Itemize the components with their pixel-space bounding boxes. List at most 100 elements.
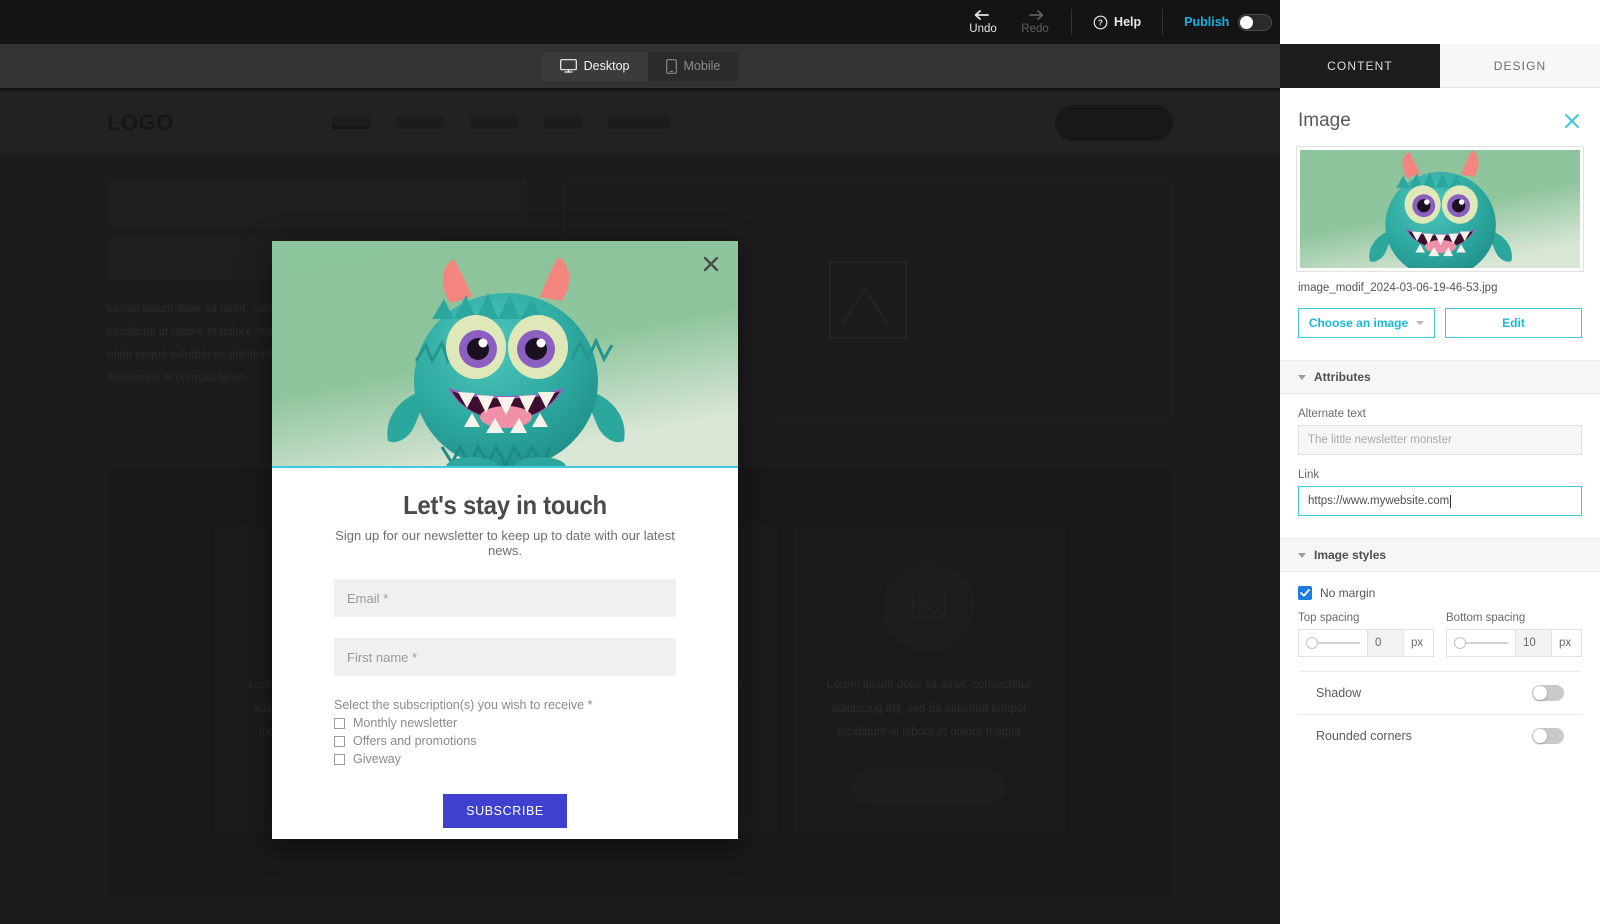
shadow-label: Shadow	[1316, 686, 1361, 700]
device-switch: Desktop Mobile	[542, 52, 739, 81]
link-value: https://www.mywebsite.com	[1308, 495, 1449, 507]
popup-title: Let's stay in touch	[348, 490, 663, 521]
checkbox-giveway[interactable]	[334, 754, 345, 765]
newsletter-popup: Let's stay in touch Sign up for our news…	[272, 241, 738, 839]
popup-checkbox-row[interactable]: Offers and promotions	[334, 734, 676, 748]
popup-close-button[interactable]	[700, 253, 722, 275]
chevron-down-icon	[1416, 321, 1424, 325]
section-header-image-styles[interactable]: Image styles	[1280, 538, 1600, 572]
link-label: Link	[1298, 469, 1582, 481]
checkbox-label: Giveway	[353, 752, 401, 766]
publish-switch[interactable]	[1238, 14, 1272, 31]
chevron-down-icon	[1298, 375, 1306, 380]
image-filename: image_modif_2024-03-06-19-46-53.jpg	[1280, 272, 1600, 294]
desktop-icon	[560, 59, 577, 73]
tab-content[interactable]: CONTENT	[1280, 44, 1440, 88]
image-action-buttons: Choose an image Edit	[1280, 294, 1600, 338]
no-margin-checkbox[interactable]	[1298, 586, 1312, 600]
panel-title: Image	[1298, 110, 1351, 132]
close-icon	[1562, 111, 1582, 131]
link-input[interactable]: https://www.mywebsite.com	[1298, 486, 1582, 516]
top-spacing-field: 0 px	[1298, 629, 1434, 657]
top-spacing-unit: px	[1403, 630, 1433, 656]
panel-close-button[interactable]	[1562, 111, 1582, 131]
section-header-attributes[interactable]: Attributes	[1280, 360, 1600, 394]
undo-label: Undo	[969, 24, 997, 36]
popup-subscription-legend: Select the subscription(s) you wish to r…	[334, 698, 676, 712]
checkbox-monthly-newsletter[interactable]	[334, 718, 345, 729]
image-thumbnail-frame[interactable]	[1296, 146, 1584, 272]
image-thumbnail	[1300, 150, 1580, 268]
no-margin-row[interactable]: No margin	[1280, 572, 1600, 600]
edit-image-button[interactable]: Edit	[1445, 308, 1582, 338]
top-spacing-slider[interactable]	[1299, 630, 1367, 656]
help-label: Help	[1114, 15, 1141, 29]
top-spacing-control: Top spacing 0 px	[1298, 612, 1434, 657]
attributes-fields: Alternate text The little newsletter mon…	[1280, 408, 1600, 516]
slider-track	[1306, 642, 1360, 644]
checkbox-label: Offers and promotions	[353, 734, 476, 748]
bottom-spacing-slider[interactable]	[1447, 630, 1515, 656]
bottom-spacing-control: Bottom spacing 10 px	[1446, 612, 1582, 657]
rounded-corners-toggle[interactable]	[1532, 728, 1564, 744]
help-icon: ?	[1093, 15, 1108, 30]
shadow-toggle[interactable]	[1532, 685, 1564, 701]
bottom-spacing-label: Bottom spacing	[1446, 612, 1582, 624]
text-cursor	[1450, 495, 1451, 508]
help-button[interactable]: ? Help	[1082, 0, 1152, 44]
publish-toggle[interactable]: Publish	[1173, 14, 1283, 31]
panel-header: Image	[1280, 88, 1600, 146]
popup-checkbox-row[interactable]: Monthly newsletter	[334, 716, 676, 730]
svg-text:?: ?	[1098, 18, 1103, 27]
chevron-down-icon	[1298, 553, 1306, 558]
panel-tabs: CONTENT DESIGN	[1280, 44, 1600, 88]
spacing-controls: Top spacing 0 px Bottom spacing 1	[1280, 600, 1600, 657]
checkmark-icon	[1300, 589, 1310, 597]
publish-label: Publish	[1184, 15, 1229, 29]
popup-monster-image[interactable]	[272, 241, 738, 468]
slider-handle[interactable]	[1306, 637, 1318, 649]
tab-design[interactable]: DESIGN	[1440, 44, 1600, 88]
device-preview-bar: Desktop Mobile	[0, 44, 1280, 90]
bottom-spacing-unit: px	[1551, 630, 1581, 656]
rounded-corners-label: Rounded corners	[1316, 729, 1412, 743]
shadow-row: Shadow	[1298, 671, 1582, 714]
section-label: Attributes	[1314, 370, 1371, 384]
top-spacing-value[interactable]: 0	[1367, 630, 1403, 656]
monster-illustration	[272, 241, 738, 468]
toolbar-divider-1	[1071, 9, 1072, 35]
alternate-text-input[interactable]: The little newsletter monster	[1298, 425, 1582, 455]
choose-an-image-label: Choose an image	[1309, 316, 1408, 330]
bottom-spacing-value[interactable]: 10	[1515, 630, 1551, 656]
device-desktop-button[interactable]: Desktop	[542, 52, 648, 81]
redo-icon	[1026, 9, 1044, 23]
section-label: Image styles	[1314, 548, 1386, 562]
slider-handle[interactable]	[1454, 637, 1466, 649]
properties-panel: CONTENT DESIGN Image	[1280, 0, 1600, 924]
checkbox-offers-promotions[interactable]	[334, 736, 345, 747]
alternate-text-label: Alternate text	[1298, 408, 1582, 420]
device-desktop-label: Desktop	[584, 59, 630, 73]
top-spacing-label: Top spacing	[1298, 612, 1434, 624]
popup-checkbox-row[interactable]: Giveway	[334, 752, 676, 766]
undo-button[interactable]: Undo	[957, 0, 1009, 44]
no-margin-label: No margin	[1320, 586, 1375, 600]
device-mobile-label: Mobile	[684, 59, 721, 73]
mobile-icon	[666, 59, 677, 74]
popup-body: Let's stay in touch Sign up for our news…	[272, 468, 738, 828]
redo-label: Redo	[1021, 24, 1049, 36]
slider-track	[1454, 642, 1508, 644]
popup-email-input[interactable]: Email *	[334, 579, 676, 617]
checkbox-label: Monthly newsletter	[353, 716, 457, 730]
device-mobile-button[interactable]: Mobile	[648, 52, 739, 81]
toolbar-divider-2	[1162, 9, 1163, 35]
redo-button[interactable]: Redo	[1009, 0, 1061, 44]
monster-thumbnail-illustration	[1300, 150, 1580, 268]
choose-an-image-button[interactable]: Choose an image	[1298, 308, 1435, 338]
popup-subtitle: Sign up for our newsletter to keep up to…	[334, 528, 676, 558]
close-icon	[702, 255, 720, 273]
bottom-spacing-field: 10 px	[1446, 629, 1582, 657]
popup-firstname-input[interactable]: First name *	[334, 638, 676, 676]
subscribe-button[interactable]: SUBSCRIBE	[443, 794, 567, 828]
rounded-corners-row: Rounded corners	[1298, 714, 1582, 757]
